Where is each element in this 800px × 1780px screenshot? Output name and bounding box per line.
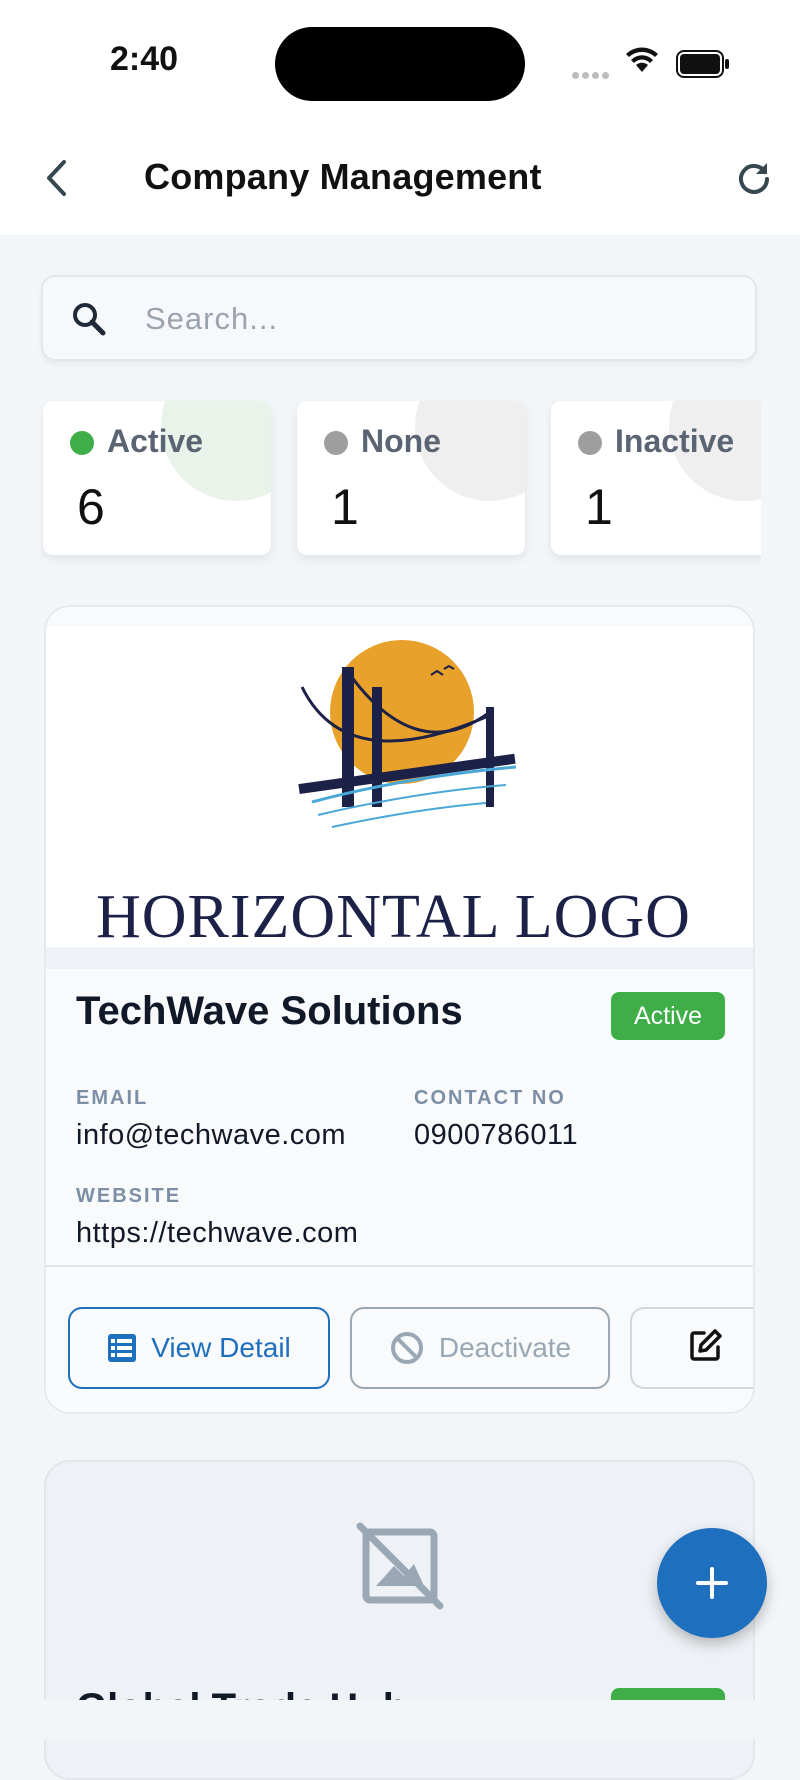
- stat-value: 1: [585, 479, 613, 535]
- email-value: info@techwave.com: [76, 1119, 347, 1151]
- view-detail-button[interactable]: View Detail: [68, 1307, 330, 1389]
- website-label: WEBSITE: [76, 1185, 182, 1207]
- chevron-left-icon: [47, 160, 66, 196]
- stat-value: 6: [77, 479, 105, 535]
- divider: [46, 1265, 753, 1267]
- stat-value: 1: [331, 479, 359, 535]
- deactivate-label: Deactivate: [438, 1332, 572, 1363]
- image-not-supported-icon: [352, 1518, 448, 1619]
- dynamic-island: [275, 27, 525, 101]
- stat-label: Inactive: [615, 423, 735, 459]
- bridge-logo-image: [298, 640, 517, 828]
- refresh-button[interactable]: [732, 156, 776, 200]
- battery-icon: [676, 50, 730, 83]
- contact-label: CONTACT NO: [414, 1087, 566, 1109]
- search-bar: [41, 275, 757, 361]
- company-name: TechWave Solutions: [76, 989, 463, 1033]
- status-dot: [578, 431, 602, 455]
- website-value: https://techwave.com: [76, 1217, 359, 1249]
- status-summary: Active 6 None 1 Inactive 1: [41, 398, 761, 573]
- search-input[interactable]: [143, 295, 727, 343]
- stat-card-active[interactable]: Active 6: [43, 401, 271, 555]
- email-label: EMAIL: [76, 1087, 149, 1109]
- edit-icon: [688, 1327, 724, 1370]
- status-dot: [70, 431, 94, 455]
- refresh-icon: [739, 163, 769, 194]
- stat-card-none[interactable]: None 1: [297, 401, 525, 555]
- stat-label: Active: [107, 423, 204, 459]
- app-bar: Company Management: [0, 120, 800, 235]
- company-card[interactable]: HORIZONTAL LOGO TechWave Solutions Activ…: [44, 605, 755, 1414]
- add-company-button[interactable]: [657, 1528, 767, 1638]
- contact-value: 0900786011: [414, 1119, 579, 1151]
- status-time: 2:40: [110, 40, 179, 78]
- page-title: Company Management: [144, 156, 542, 197]
- plus-icon: [696, 1567, 728, 1599]
- stat-label: None: [361, 423, 441, 459]
- logo-text: HORIZONTAL LOGO: [96, 883, 691, 951]
- block-icon: [389, 1330, 425, 1366]
- table-icon: [107, 1333, 137, 1363]
- deactivate-button[interactable]: Deactivate: [350, 1307, 610, 1389]
- company-logo: HORIZONTAL LOGO: [46, 627, 753, 951]
- search-icon: [69, 299, 109, 344]
- status-badge: Active: [611, 992, 725, 1040]
- cellular-signal-icon: [572, 66, 612, 79]
- view-detail-label: View Detail: [151, 1332, 291, 1363]
- back-button[interactable]: [36, 156, 76, 200]
- status-bar: 2:40: [0, 0, 800, 120]
- stat-card-inactive[interactable]: Inactive 1: [551, 401, 761, 555]
- wifi-icon: [624, 46, 660, 79]
- edit-button[interactable]: [630, 1307, 753, 1389]
- status-dot: [324, 431, 348, 455]
